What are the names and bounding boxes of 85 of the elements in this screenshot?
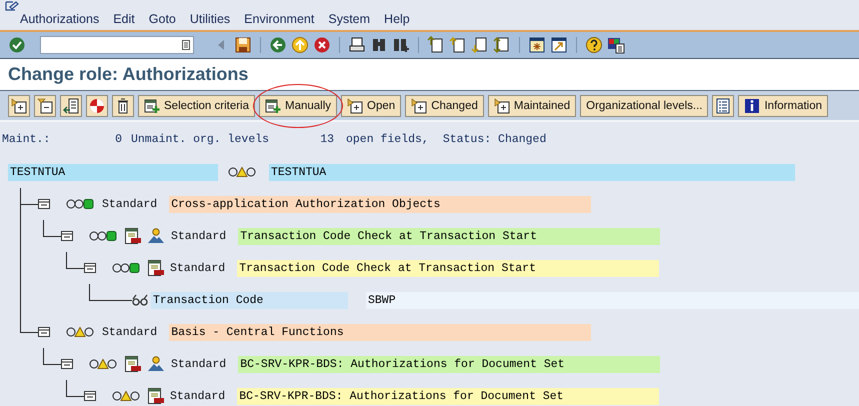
document-icon bbox=[125, 228, 141, 244]
node-status-text: Standard bbox=[170, 262, 226, 274]
trash-icon bbox=[115, 98, 131, 114]
status-text: Status: Changed bbox=[442, 132, 546, 146]
tree-connector bbox=[89, 284, 132, 301]
menu-item[interactable]: Authorizations bbox=[20, 12, 100, 26]
menu-item[interactable]: Utilities bbox=[190, 12, 230, 26]
glasses-icon bbox=[132, 294, 148, 306]
collapse-node-icon[interactable] bbox=[84, 391, 96, 401]
binoculars-icon[interactable] bbox=[370, 36, 388, 54]
shortcut-icon[interactable] bbox=[550, 36, 568, 54]
node-status-text: Standard bbox=[102, 198, 158, 210]
menu-item[interactable]: Environment bbox=[244, 12, 314, 26]
expand-icon bbox=[11, 98, 27, 114]
summary-label: Unmaint. org. levels bbox=[131, 132, 270, 146]
expand-button[interactable] bbox=[8, 94, 30, 116]
list-icon bbox=[715, 98, 732, 114]
menu-item[interactable]: Edit bbox=[113, 12, 135, 26]
list-button[interactable] bbox=[712, 94, 734, 116]
last-page-icon[interactable] bbox=[493, 36, 511, 54]
segmented-circle-button[interactable] bbox=[86, 94, 108, 116]
summary-count: 13 bbox=[319, 132, 334, 146]
cancel-icon[interactable] bbox=[313, 36, 331, 54]
toolbar-button[interactable]: Manually bbox=[259, 94, 338, 116]
segmented-circle-icon bbox=[89, 98, 105, 114]
toolbar-button[interactable]: Selection criteria bbox=[138, 94, 256, 116]
collapse-node-icon[interactable] bbox=[38, 327, 50, 337]
toolbar-button[interactable]: Changed bbox=[405, 94, 484, 116]
node-description: BC-SRV-KPR-BDS: Authorizations for Document Set bbox=[238, 356, 660, 372]
new-window-icon[interactable] bbox=[528, 36, 546, 54]
collapse-node-icon[interactable] bbox=[84, 263, 96, 273]
collapse-icon bbox=[37, 98, 53, 114]
information-icon bbox=[744, 98, 760, 114]
menu-item[interactable]: Help bbox=[384, 12, 410, 26]
expand-icon bbox=[411, 98, 428, 114]
command-field[interactable] bbox=[40, 36, 194, 54]
menu-item[interactable]: System bbox=[328, 12, 370, 26]
document-icon bbox=[148, 260, 164, 276]
summary-count: 0 bbox=[114, 132, 122, 146]
field-name: Transaction Code bbox=[151, 292, 348, 308]
printer-icon[interactable] bbox=[348, 36, 366, 54]
toolbar-button[interactable]: Information bbox=[738, 94, 828, 116]
field-value: SBWP bbox=[366, 292, 859, 308]
previous-page-icon[interactable] bbox=[449, 36, 467, 54]
role-description: TESTNTUA bbox=[269, 164, 795, 180]
help-icon[interactable] bbox=[585, 36, 603, 54]
collapse-node-icon[interactable] bbox=[61, 231, 73, 241]
node-description: BC-SRV-KPR-BDS: Authorizations for Document Set bbox=[237, 388, 660, 404]
screen-title: Change role: Authorizations bbox=[8, 64, 248, 85]
toolbar-button[interactable]: Maintained bbox=[488, 94, 576, 116]
toolbar-button[interactable]: Open bbox=[341, 94, 402, 116]
collapse-button[interactable] bbox=[34, 94, 56, 116]
document-arrow-button[interactable] bbox=[60, 94, 82, 116]
node-description: Basis - Central Functions bbox=[169, 324, 592, 340]
node-status-text: Standard bbox=[102, 326, 158, 338]
document-icon bbox=[148, 388, 164, 404]
menu-item[interactable]: Goto bbox=[148, 12, 176, 26]
expand-icon bbox=[494, 98, 510, 114]
document-icon bbox=[125, 356, 141, 372]
collapse-node-icon[interactable] bbox=[38, 199, 50, 209]
first-page-icon[interactable] bbox=[427, 36, 445, 54]
toolbar-button[interactable]: Organizational levels... bbox=[580, 94, 708, 116]
node-status-text: Standard bbox=[171, 358, 226, 370]
dropdown-icon bbox=[182, 40, 190, 50]
window-menu-icon[interactable] bbox=[5, 1, 19, 11]
person-icon bbox=[147, 228, 165, 244]
trash-button[interactable] bbox=[112, 94, 134, 116]
node-status-text: Standard bbox=[170, 390, 226, 402]
person-icon bbox=[147, 356, 165, 372]
summary-label: open fields, bbox=[346, 132, 429, 146]
node-status-text: Standard bbox=[171, 230, 226, 242]
node-description: Transaction Code Check at Transaction Start bbox=[238, 228, 660, 244]
node-description: Transaction Code Check at Transaction Start bbox=[237, 260, 660, 276]
checkmark-icon[interactable] bbox=[8, 36, 26, 54]
next-page-icon[interactable] bbox=[471, 36, 489, 54]
collapse-node-icon[interactable] bbox=[61, 359, 73, 369]
document-plus-icon bbox=[144, 98, 160, 114]
monitor-settings-icon[interactable] bbox=[607, 36, 625, 54]
document-plus-icon bbox=[265, 98, 282, 114]
summary-label: Maint.: bbox=[2, 132, 52, 146]
role-name: TESTNTUA bbox=[8, 164, 218, 180]
binoculars-plus-icon[interactable] bbox=[392, 36, 410, 54]
expand-icon bbox=[347, 98, 364, 114]
node-description: Cross-application Authorization Objects bbox=[169, 196, 592, 212]
document-arrow-icon bbox=[63, 98, 79, 114]
